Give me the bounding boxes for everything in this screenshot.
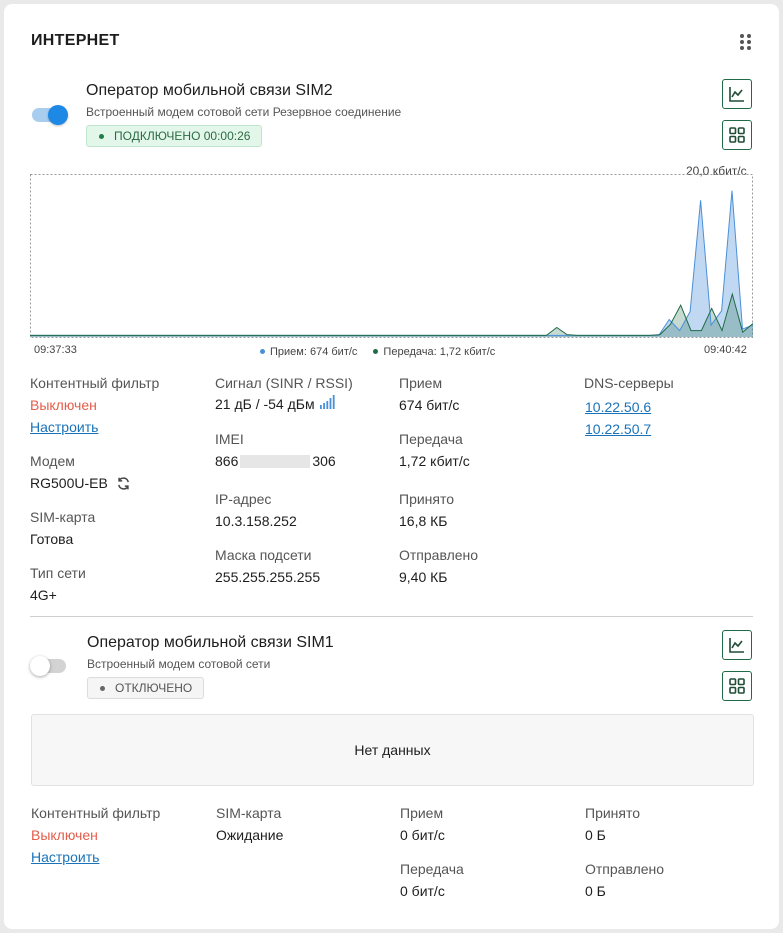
sim2-net-type-label: Тип сети [30,565,86,581]
grid-icon [729,127,745,143]
sim2-rx-value: 674 бит/с [399,397,460,413]
sim2-imei-value: 866 306 [215,453,336,469]
sim2-modem-value: RG500U-EB [30,475,108,491]
imei-redacted [240,454,311,468]
sim1-sim-value: Ожидание [216,827,284,843]
sim2-signal-value: 21 дБ / -54 дБм [215,396,315,412]
sim2-mask-label: Маска подсети [215,547,312,563]
chart-frame [30,174,753,338]
imei-prefix: 866 [215,453,239,469]
sim2-signal-label: Сигнал (SINR / RSSI) [215,375,353,391]
sim1-tx-label: Передача [400,861,464,877]
no-data-text: Нет данных [354,742,431,758]
chart-end-time: 09:40:42 [704,344,747,356]
sim2-status-badge: ПОДКЛЮЧЕНО 00:00:26 [86,125,263,147]
sim2-sim-value: Готова [30,531,74,547]
sim1-sent-value: 0 Б [585,883,606,899]
sim2-sim-label: SIM-карта [30,509,96,525]
sim2-tx-label: Передача [399,431,463,447]
sim2-received-label: Принято [399,491,455,507]
sim2-dns-server-1[interactable]: 10.22.50.6 [585,399,651,415]
tx-series-area [30,294,753,337]
sim1-sim-label: SIM-карта [216,805,282,821]
sim2-net-type-value: 4G+ [30,587,57,603]
sim1-rx-value: 0 бит/с [400,827,445,843]
sim2-ip-label: IP-адрес [215,491,272,507]
sim1-toggle[interactable] [30,656,66,676]
sim1-sent-label: Отправлено [585,861,665,877]
sim2-mask-value: 255.255.255.255 [215,569,321,585]
sim2-rx-label: Прием [399,375,443,391]
rx-series-area [30,190,753,337]
drag-dots-icon[interactable] [740,34,752,50]
sim2-tx-value: 1,72 кбит/с [399,453,470,469]
grid-icon [729,678,745,694]
sim2-dns-label: DNS-серверы [584,375,674,391]
sim2-content-filter-label: Контентный фильтр [30,375,160,391]
status-dot [99,133,104,139]
toggle-knob [48,105,68,125]
sim1-chart-button[interactable] [722,630,752,660]
sim2-modem-label: Модем [30,453,75,469]
line-chart-icon [729,87,744,102]
chart-legend: Прием: 674 бит/с Передача: 1,72 кбит/с [260,346,495,358]
sim2-grid-button[interactable] [722,120,752,150]
refresh-icon[interactable] [116,476,131,491]
status-text: ПОДКЛЮЧЕНО 00:00:26 [114,129,251,143]
sim2-chart-button[interactable] [722,79,752,109]
sim1-received-value: 0 Б [585,827,606,843]
sim2-signal-row: 21 дБ / -54 дБм [215,395,336,412]
sim1-content-filter-value: Выключен [31,827,98,843]
sim2-ip-value: 10.3.158.252 [215,513,297,529]
sim1-status-badge: ОТКЛЮЧЕНО [87,677,205,699]
sim2-content-filter-value: Выключен [30,397,97,413]
toggle-knob [30,656,50,676]
rx-series-line [30,190,753,336]
sim1-received-label: Принято [585,805,641,821]
status-dot [100,685,105,691]
tx-series-line [30,292,753,336]
sim1-content-filter-label: Контентный фильтр [31,805,161,821]
sim1-grid-button[interactable] [722,671,752,701]
sim2-subtitle: Встроенный модем сотовой сети Резервное … [86,105,402,119]
sim2-modem-row: RG500U-EB [30,475,131,491]
sim2-imei-label: IMEI [215,431,244,447]
legend-tx: Передача: 1,72 кбит/с [373,346,495,358]
traffic-chart [30,174,753,338]
sim1-tx-value: 0 бит/с [400,883,445,899]
card-title: ИНТЕРНЕТ [31,32,120,49]
sim1-content-filter-configure-link[interactable]: Настроить [31,849,99,865]
status-text: ОТКЛЮЧЕНО [115,681,193,695]
sim2-content-filter-configure-link[interactable]: Настроить [30,419,98,435]
internet-card: ИНТЕРНЕТ Оператор мобильной связи SIM2 В… [4,4,779,929]
chart-start-time: 09:37:33 [34,344,77,356]
sim1-title: Оператор мобильной связи SIM1 [87,634,334,651]
sim1-no-data-panel: Нет данных [31,714,754,786]
signal-bars-icon [319,395,335,409]
legend-rx: Прием: 674 бит/с [260,346,357,358]
sim2-toggle[interactable] [32,105,68,125]
sim2-dns-server-2[interactable]: 10.22.50.7 [585,421,651,437]
sim2-sent-value: 9,40 КБ [399,569,448,585]
sim1-subtitle: Встроенный модем сотовой сети [87,657,271,671]
section-divider [30,616,753,617]
sim2-title: Оператор мобильной связи SIM2 [86,82,333,99]
sim1-rx-label: Прием [400,805,444,821]
sim2-received-value: 16,8 КБ [399,513,448,529]
line-chart-icon [729,638,744,653]
imei-suffix: 306 [312,453,336,469]
sim2-sent-label: Отправлено [399,547,479,563]
